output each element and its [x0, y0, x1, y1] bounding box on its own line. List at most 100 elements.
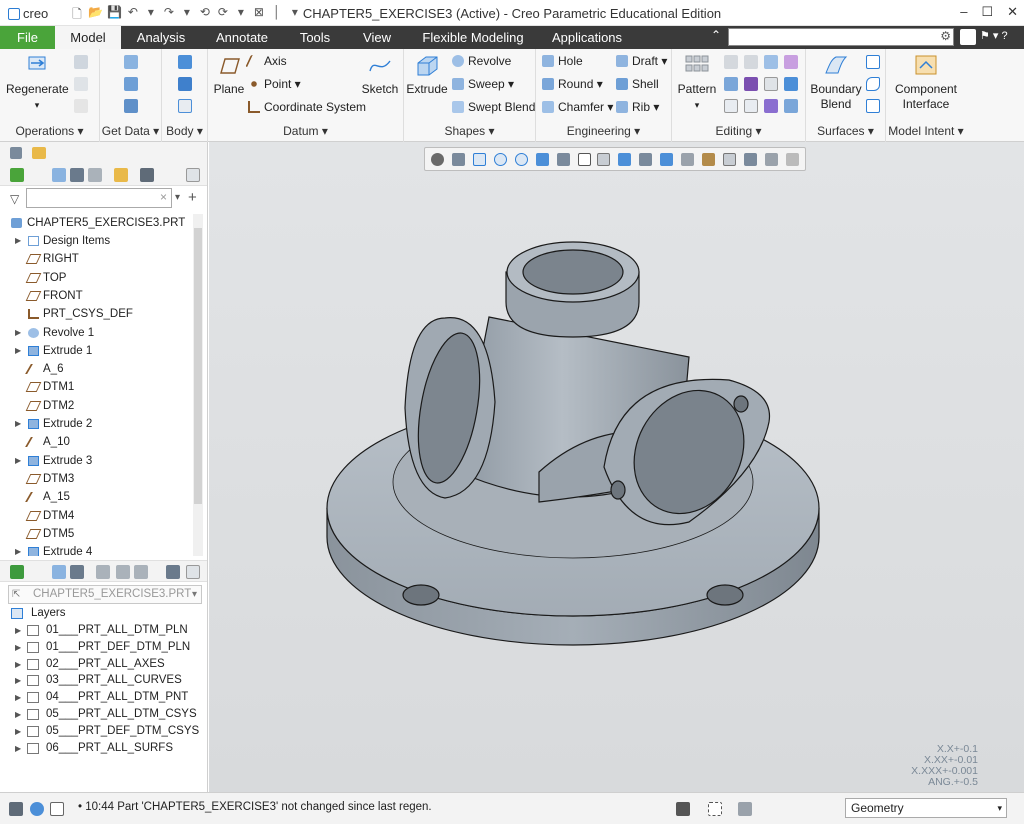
expand-arrow-icon[interactable]: ▶: [15, 342, 21, 360]
part-model-3d[interactable]: [209, 142, 1024, 792]
axis-button[interactable]: Axis: [245, 53, 287, 69]
search-icon[interactable]: [960, 29, 976, 45]
expand-arrow-icon[interactable]: ▶: [15, 706, 21, 723]
add-column-icon[interactable]: +: [188, 189, 197, 206]
user-defined-feature-icon[interactable]: [124, 55, 138, 69]
get-data-group-label[interactable]: Get Data ▾: [100, 124, 161, 138]
expand-arrow-icon[interactable]: ▶: [15, 656, 21, 673]
draft-button[interactable]: Draft ▾: [616, 53, 667, 69]
layer-notes-icon[interactable]: [186, 565, 200, 579]
collapse-ribbon-icon[interactable]: ⌃: [711, 28, 721, 42]
expand-arrow-icon[interactable]: ▶: [15, 452, 21, 470]
close-icon[interactable]: ✕: [1007, 4, 1018, 20]
merge-icon[interactable]: [724, 77, 738, 91]
tab-flexible-modeling[interactable]: Flexible Modeling: [407, 26, 539, 49]
hole-button[interactable]: Hole: [542, 53, 583, 69]
shapes-group-label[interactable]: Shapes ▾: [404, 124, 535, 138]
delete-icon[interactable]: [74, 99, 88, 113]
folder-browser-tab-icon[interactable]: [32, 147, 46, 159]
trim-icon[interactable]: [764, 55, 778, 69]
maximize-icon[interactable]: ☐: [981, 4, 993, 20]
offset-surface-icon[interactable]: [784, 99, 798, 113]
plane-button[interactable]: Plane: [210, 53, 248, 97]
freestyle-icon[interactable]: [866, 99, 880, 113]
tree-filters-icon[interactable]: [70, 168, 84, 182]
datum-group-label[interactable]: Datum ▾: [208, 124, 403, 138]
layer-filter-icon[interactable]: [70, 565, 84, 579]
expand-arrow-icon[interactable]: ▶: [15, 639, 21, 656]
filter-dropdown-icon[interactable]: ▾: [175, 192, 180, 203]
expand-arrow-icon[interactable]: ▶: [15, 324, 21, 342]
layer-hide-icon[interactable]: [116, 565, 130, 579]
thicken-icon[interactable]: [784, 77, 798, 91]
intersect-icon[interactable]: [744, 77, 758, 91]
notes-icon[interactable]: [186, 168, 200, 182]
copy-geometry-icon[interactable]: [124, 77, 138, 91]
point-button[interactable]: Point ▾: [248, 76, 301, 92]
expand-arrow-icon[interactable]: ▶: [15, 672, 21, 689]
browser-icon[interactable]: [30, 802, 44, 816]
offset-icon[interactable]: [784, 55, 798, 69]
regenerate-button[interactable]: Regenerate ▾: [6, 53, 69, 113]
expand-arrow-icon[interactable]: ▶: [15, 232, 21, 250]
coordinate-system-button[interactable]: Coordinate System: [248, 99, 366, 115]
search-settings-icon[interactable]: ⚙: [940, 29, 951, 43]
wrap-icon[interactable]: [764, 99, 778, 113]
tab-annotate[interactable]: Annotate: [201, 26, 283, 49]
expand-arrow-icon[interactable]: ▶: [15, 415, 21, 433]
shrinkwrap-icon[interactable]: [124, 99, 138, 113]
expand-arrow-icon[interactable]: ▶: [15, 723, 21, 740]
selection-box-icon[interactable]: [708, 802, 722, 816]
tree-scrollbar[interactable]: [193, 214, 203, 556]
revolve-button[interactable]: Revolve: [452, 53, 511, 69]
body-boolean-icon[interactable]: [178, 77, 192, 91]
body-new-icon[interactable]: [178, 55, 192, 69]
ribbon-search-input[interactable]: ⚙: [728, 28, 954, 46]
body-group-label[interactable]: Body ▾: [162, 124, 207, 138]
extend-icon[interactable]: [744, 55, 758, 69]
body-split-icon[interactable]: [178, 99, 192, 113]
swept-blend-button[interactable]: Swept Blend: [452, 99, 535, 115]
paste-icon[interactable]: [74, 77, 88, 91]
selection-filter-select[interactable]: Geometry ▾: [845, 798, 1007, 818]
find-icon[interactable]: [676, 802, 690, 816]
expand-arrow-icon[interactable]: ▶: [15, 543, 21, 556]
solidify-icon[interactable]: [724, 99, 738, 113]
operations-group-label[interactable]: Operations ▾: [0, 124, 99, 138]
mirror-icon[interactable]: [724, 55, 738, 69]
tree-scroll-thumb[interactable]: [194, 228, 202, 504]
boundary-blend-button[interactable]: Boundary Blend: [808, 53, 864, 112]
style-icon[interactable]: [866, 77, 880, 91]
full-screen-icon[interactable]: [50, 802, 64, 816]
editing-group-label[interactable]: Editing ▾: [672, 124, 805, 138]
tab-model[interactable]: Model: [55, 26, 121, 49]
tree-options-icon[interactable]: [140, 168, 154, 182]
surfaces-group-label[interactable]: Surfaces ▾: [806, 124, 885, 138]
layer-settings-icon[interactable]: [52, 565, 66, 579]
model-intent-group-label[interactable]: Model Intent ▾: [886, 124, 966, 138]
copy-icon[interactable]: [74, 55, 88, 69]
expand-arrow-icon[interactable]: ▶: [15, 622, 21, 639]
layer-properties-icon[interactable]: [166, 565, 180, 579]
tab-tools[interactable]: Tools: [283, 26, 347, 49]
layer-display-icon[interactable]: [96, 565, 110, 579]
model-tree-tab-icon[interactable]: [10, 147, 22, 159]
component-interface-button[interactable]: Component Interface: [886, 53, 966, 112]
sweep-button[interactable]: Sweep ▾: [452, 76, 514, 92]
layer-show-icon[interactable]: [10, 565, 24, 579]
tab-file[interactable]: File: [0, 26, 55, 49]
smart-select-icon[interactable]: [738, 802, 752, 816]
expand-arrow-icon[interactable]: ▶: [15, 740, 21, 757]
pattern-button[interactable]: Pattern ▾: [676, 53, 718, 113]
tab-analysis[interactable]: Analysis: [121, 26, 201, 49]
highlight-icon[interactable]: [114, 168, 128, 182]
tree-search-input[interactable]: ×: [26, 188, 172, 208]
project-icon[interactable]: [764, 77, 778, 91]
tree-columns-icon[interactable]: [88, 168, 102, 182]
layer-model-select[interactable]: CHAPTER5_EXERCISE3.PRT: [8, 585, 202, 604]
engineering-group-label[interactable]: Engineering ▾: [536, 124, 671, 138]
toggle-navigator-icon[interactable]: [9, 802, 23, 816]
rib-button[interactable]: Rib ▾: [616, 99, 659, 115]
extrude-button[interactable]: Extrude: [406, 53, 448, 97]
tab-applications[interactable]: Applications: [539, 26, 635, 49]
